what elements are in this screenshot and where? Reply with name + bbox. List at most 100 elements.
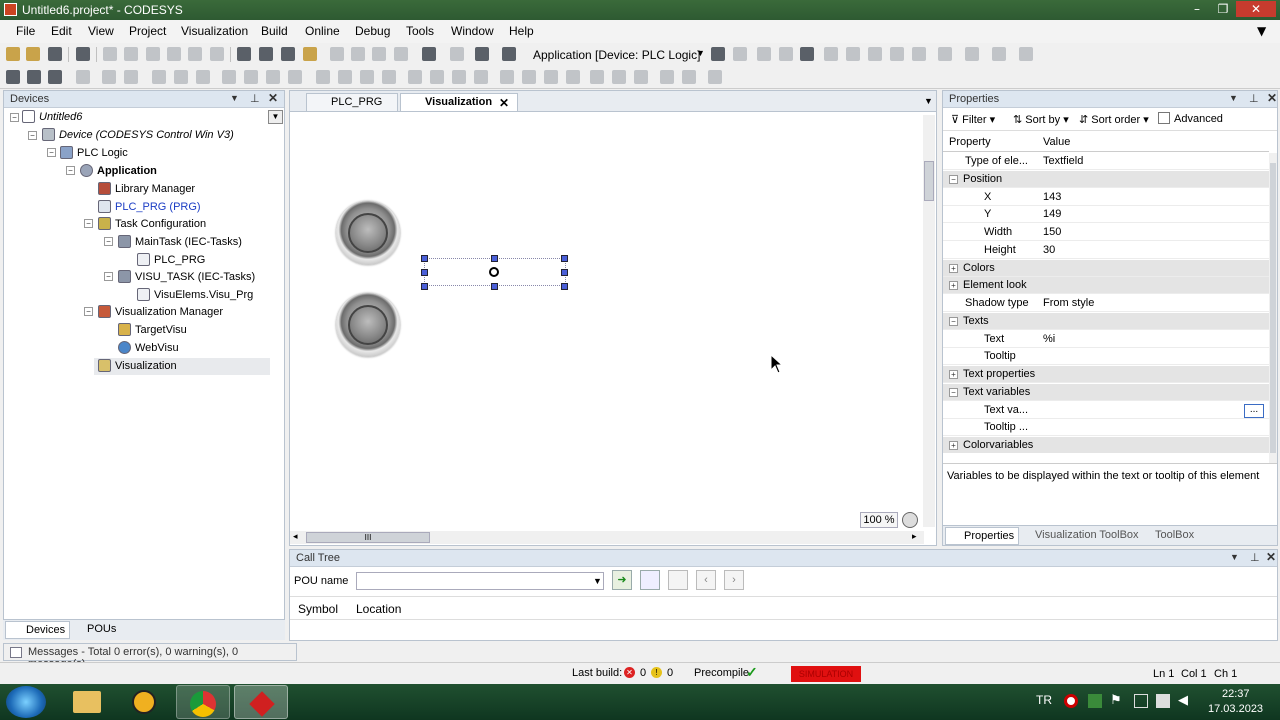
monitor-icon[interactable] bbox=[1019, 47, 1033, 61]
new-window-icon[interactable] bbox=[450, 47, 464, 61]
tree-node-maintask[interactable]: MainTask (IEC-Tasks) bbox=[118, 235, 242, 248]
find-next-icon[interactable] bbox=[281, 47, 295, 61]
menu-window[interactable]: Window bbox=[451, 24, 494, 38]
tree-node-plc-prg[interactable]: PLC_PRG (PRG) bbox=[98, 200, 201, 213]
menu-build[interactable]: Build bbox=[261, 24, 288, 38]
resize-handle[interactable] bbox=[491, 283, 498, 290]
resize-handle[interactable] bbox=[561, 269, 568, 276]
tree-node-task-configuration[interactable]: Task Configuration bbox=[98, 217, 206, 230]
property-row[interactable]: Shadow type From style bbox=[943, 295, 1269, 312]
symbol-column-header[interactable]: Symbol bbox=[298, 602, 338, 616]
menu-view[interactable]: View bbox=[88, 24, 114, 38]
ellipsis-button[interactable]: ... bbox=[1244, 404, 1264, 418]
paste-icon[interactable] bbox=[188, 47, 202, 61]
spacing-h-icon[interactable] bbox=[360, 70, 374, 84]
volume-icon[interactable]: ◀ bbox=[1178, 692, 1188, 708]
location-column-header[interactable]: Location bbox=[356, 602, 401, 616]
resize-handle[interactable] bbox=[561, 283, 568, 290]
record-icon[interactable] bbox=[1064, 694, 1078, 708]
menu-file[interactable]: File bbox=[16, 24, 35, 38]
property-row[interactable]: − Text variables bbox=[943, 383, 1269, 401]
tab-visualization[interactable]: Visualization ✕ bbox=[400, 93, 518, 111]
property-row[interactable]: Tooltip ... bbox=[943, 419, 1269, 437]
property-value[interactable]: 143 bbox=[1043, 191, 1061, 203]
tab-properties[interactable]: Properties bbox=[945, 527, 1020, 545]
taskbar-chrome[interactable] bbox=[176, 685, 230, 719]
resize-handle[interactable] bbox=[561, 255, 568, 262]
align-bottom-icon[interactable] bbox=[266, 70, 280, 84]
close-icon[interactable]: ✕ bbox=[268, 91, 278, 105]
chevron-down-icon[interactable]: ▼ bbox=[593, 576, 602, 586]
align-center-icon[interactable] bbox=[174, 70, 188, 84]
bookmark-icon[interactable] bbox=[303, 47, 317, 61]
delete-icon[interactable] bbox=[210, 47, 224, 61]
unforce-icon[interactable] bbox=[992, 47, 1006, 61]
expand-icon[interactable]: + bbox=[949, 263, 958, 273]
step-into-icon[interactable] bbox=[868, 47, 882, 61]
ungroup-icon[interactable] bbox=[124, 70, 138, 84]
bookmark-prev-icon[interactable] bbox=[372, 47, 386, 61]
expand-icon[interactable]: + bbox=[949, 441, 958, 450]
maximize-button[interactable]: ❐ bbox=[1210, 1, 1236, 17]
bookmark-next-icon[interactable] bbox=[351, 47, 365, 61]
menu-help[interactable]: Help bbox=[509, 24, 534, 38]
language-indicator[interactable]: TR bbox=[1036, 693, 1052, 707]
resize-handle[interactable] bbox=[491, 255, 498, 262]
interface-editor-icon[interactable] bbox=[682, 70, 696, 84]
horizontal-scrollbar[interactable]: ◂ III ▸ bbox=[290, 531, 924, 544]
panel-menu-icon[interactable]: ▼ bbox=[230, 93, 239, 103]
vertical-scrollbar[interactable] bbox=[923, 115, 935, 527]
distribute-v-icon[interactable] bbox=[338, 70, 352, 84]
panel-menu-icon[interactable]: ▼ bbox=[1229, 93, 1238, 103]
align-top-icon[interactable] bbox=[222, 70, 236, 84]
close-tab-icon[interactable]: ✕ bbox=[499, 96, 509, 110]
property-row[interactable]: − Position bbox=[943, 170, 1269, 188]
clock-time[interactable]: 22:37 bbox=[1222, 688, 1250, 700]
messages-tab[interactable]: Messages - Total 0 error(s), 0 warning(s… bbox=[3, 643, 297, 670]
print-icon[interactable] bbox=[76, 47, 90, 61]
collapse-icon[interactable]: − bbox=[47, 148, 56, 157]
rotation-center-icon[interactable] bbox=[489, 267, 499, 277]
copy-icon[interactable] bbox=[167, 47, 181, 61]
taskbar-explorer[interactable] bbox=[60, 685, 114, 719]
group-icon[interactable] bbox=[102, 70, 116, 84]
tab-devices[interactable]: Devices bbox=[5, 621, 71, 639]
property-row[interactable]: + Colors bbox=[943, 259, 1269, 277]
visu-select-icon[interactable] bbox=[6, 70, 20, 84]
centering-icon[interactable] bbox=[474, 70, 488, 84]
external-icon[interactable] bbox=[475, 47, 489, 61]
tree-dropdown-button[interactable]: ▼ bbox=[268, 110, 283, 124]
bookmark-toggle-icon[interactable] bbox=[330, 47, 344, 61]
step-out-icon[interactable] bbox=[890, 47, 904, 61]
new-file-icon[interactable] bbox=[6, 47, 20, 61]
forward-icon[interactable]: › bbox=[724, 570, 744, 590]
tree-node-library-manager[interactable]: Library Manager bbox=[98, 182, 195, 195]
order-icon[interactable] bbox=[590, 70, 604, 84]
close-icon[interactable]: ✕ bbox=[1267, 91, 1277, 105]
vertical-scroll-thumb[interactable] bbox=[924, 161, 934, 201]
collapse-icon[interactable]: − bbox=[949, 174, 958, 184]
hotkeys-icon[interactable] bbox=[708, 70, 722, 84]
property-row[interactable]: Y 149 bbox=[943, 206, 1269, 224]
size-width-icon[interactable] bbox=[408, 70, 422, 84]
tree-node-visu-task[interactable]: VISU_TASK (IEC-Tasks) bbox=[118, 270, 255, 283]
mirror-icon[interactable] bbox=[634, 70, 648, 84]
property-row[interactable]: Width 150 bbox=[943, 224, 1269, 241]
property-row[interactable]: Text va... bbox=[943, 402, 1269, 419]
menu-tools[interactable]: Tools bbox=[406, 24, 434, 38]
replace-icon[interactable] bbox=[259, 47, 273, 61]
zoom-level[interactable]: 100 % bbox=[860, 512, 898, 528]
step-over-icon[interactable] bbox=[846, 47, 860, 61]
reset-icon[interactable] bbox=[800, 47, 814, 61]
bookmark-clear-icon[interactable] bbox=[394, 47, 408, 61]
property-value[interactable]: Textfield bbox=[1043, 155, 1083, 167]
collapse-icon[interactable]: − bbox=[28, 131, 37, 140]
property-row[interactable]: + Element look bbox=[943, 277, 1269, 295]
size-both-icon[interactable] bbox=[452, 70, 466, 84]
back-icon[interactable]: ‹ bbox=[696, 570, 716, 590]
menu-debug[interactable]: Debug bbox=[355, 24, 390, 38]
pin-icon[interactable]: ▼ bbox=[1257, 24, 1266, 38]
undo-icon[interactable] bbox=[103, 47, 117, 61]
simulation-badge[interactable]: SIMULATION bbox=[791, 666, 861, 682]
align-middle-icon[interactable] bbox=[244, 70, 258, 84]
